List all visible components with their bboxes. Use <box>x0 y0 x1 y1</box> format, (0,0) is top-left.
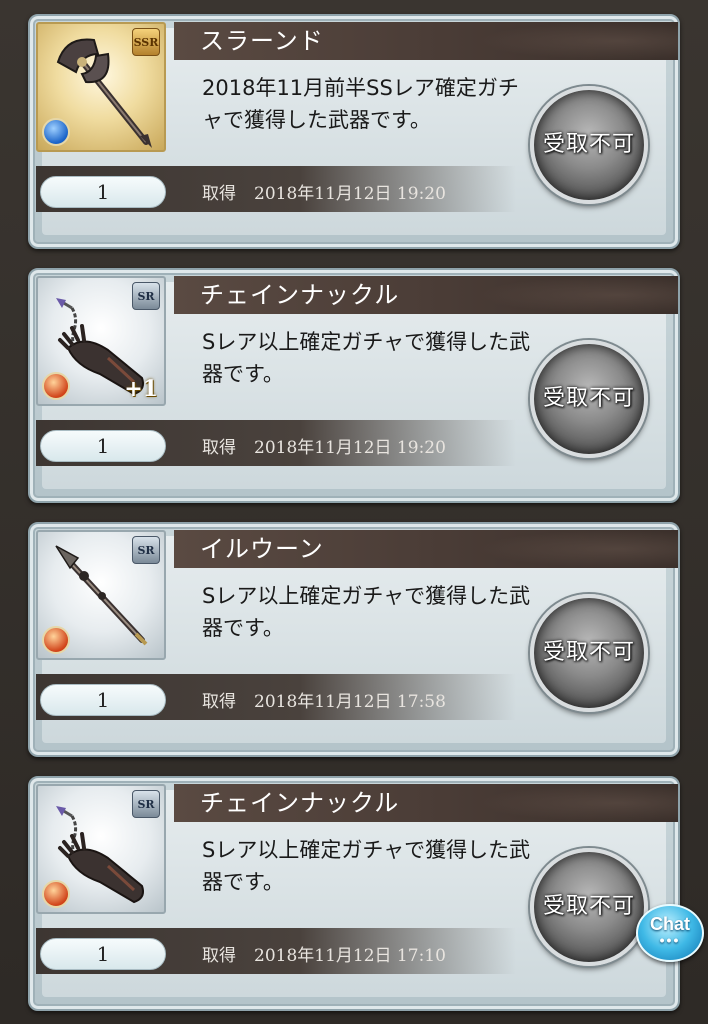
acquired-info: 取得 2018年11月12日 17:58 <box>202 688 446 716</box>
receive-unavailable-button[interactable]: 受取不可 <box>530 86 648 204</box>
receive-unavailable-button[interactable]: 受取不可 <box>530 848 648 966</box>
item-name: スラーンド <box>200 27 324 55</box>
item-count: 1 <box>40 176 166 208</box>
item-name: チェインナックル <box>200 281 400 309</box>
item-count: 1 <box>40 938 166 970</box>
list-item: SR チェインナックル Sレア以上確定ガチャで獲得した武器です。 1 取得 201… <box>28 776 680 1011</box>
weapon-thumbnail[interactable]: SSR <box>36 22 166 152</box>
fire-element-icon <box>42 880 70 908</box>
acquired-info: 取得 2018年11月12日 19:20 <box>202 180 446 208</box>
list-item: SR +1 チェインナックル Sレア以上確定ガチャで獲得した武器です。 1 取得… <box>28 268 680 503</box>
weapon-thumbnail[interactable]: SR +1 <box>36 276 166 406</box>
list-item: SR イルウーン Sレア以上確定ガチャで獲得した武器です。 1 取得 2018年1… <box>28 522 680 757</box>
item-count: 1 <box>40 684 166 716</box>
acquired-label: 取得 <box>202 692 236 712</box>
acquired-info: 取得 2018年11月12日 19:20 <box>202 434 446 462</box>
water-element-icon <box>42 118 70 146</box>
acquired-label: 取得 <box>202 184 236 204</box>
item-description: 2018年11月前半SSレア確定ガチャで獲得した武器です。 <box>202 76 519 132</box>
chat-dots-icon: ••• <box>659 932 681 948</box>
list-item: SSR スラーンド 2018年11月前半SSレア確定ガチャで獲得した武器です。 … <box>28 14 680 249</box>
rarity-badge: SSR <box>132 28 160 56</box>
item-description: Sレア以上確定ガチャで獲得した武器です。 <box>202 838 531 894</box>
item-list: SSR スラーンド 2018年11月前半SSレア確定ガチャで獲得した武器です。 … <box>0 0 708 1024</box>
fire-element-icon <box>42 372 70 400</box>
acquired-date: 2018年11月12日 19:20 <box>254 184 446 204</box>
item-description: Sレア以上確定ガチャで獲得した武器です。 <box>202 330 531 386</box>
item-description: Sレア以上確定ガチャで獲得した武器です。 <box>202 584 531 640</box>
receive-unavailable-button[interactable]: 受取不可 <box>530 340 648 458</box>
rarity-badge: SR <box>132 282 160 310</box>
item-count: 1 <box>40 430 166 462</box>
acquired-date: 2018年11月12日 19:20 <box>254 438 446 458</box>
acquired-label: 取得 <box>202 438 236 458</box>
item-name: イルウーン <box>200 535 324 563</box>
rarity-badge: SR <box>132 536 160 564</box>
weapon-thumbnail[interactable]: SR <box>36 784 166 914</box>
acquired-date: 2018年11月12日 17:10 <box>254 946 446 966</box>
rarity-badge: SR <box>132 790 160 818</box>
weapon-thumbnail[interactable]: SR <box>36 530 166 660</box>
acquired-label: 取得 <box>202 946 236 966</box>
acquired-info: 取得 2018年11月12日 17:10 <box>202 942 446 970</box>
receive-unavailable-button[interactable]: 受取不可 <box>530 594 648 712</box>
plus-level: +1 <box>124 376 158 402</box>
chat-label: Chat <box>650 914 690 934</box>
item-name: チェインナックル <box>200 789 400 817</box>
fire-element-icon <box>42 626 70 654</box>
chat-button[interactable]: Chat ••• <box>636 904 704 962</box>
acquired-date: 2018年11月12日 17:58 <box>254 692 446 712</box>
